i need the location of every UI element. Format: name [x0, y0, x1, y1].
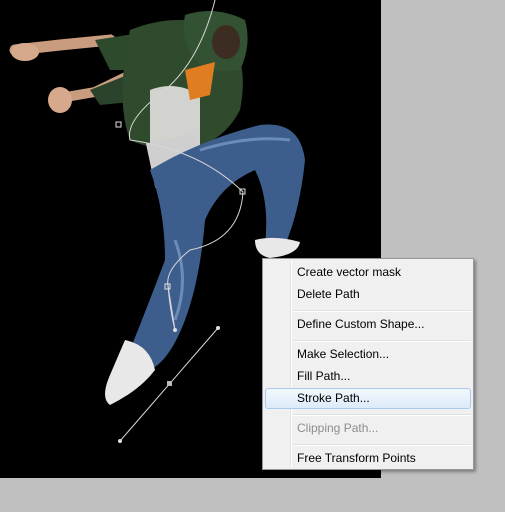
path-anchor-point[interactable]	[167, 381, 172, 386]
menu-item-create-vector-mask[interactable]: Create vector mask	[265, 262, 471, 283]
menu-separator	[293, 340, 471, 342]
path-handle[interactable]	[173, 328, 177, 332]
menu-separator	[293, 414, 471, 416]
path-context-menu: Create vector mask Delete Path Define Cu…	[262, 258, 474, 470]
menu-separator	[293, 310, 471, 312]
menu-item-make-selection[interactable]: Make Selection...	[265, 344, 471, 365]
path-handle[interactable]	[216, 326, 220, 330]
path-handle[interactable]	[118, 439, 122, 443]
menu-item-stroke-path[interactable]: Stroke Path...	[265, 388, 471, 409]
menu-item-delete-path[interactable]: Delete Path	[265, 284, 471, 305]
menu-separator	[293, 444, 471, 446]
path-anchor-point[interactable]	[115, 121, 122, 128]
menu-item-clipping-path: Clipping Path...	[297, 421, 379, 435]
menu-item-free-transform-points[interactable]: Free Transform Points	[265, 448, 471, 469]
menu-item-fill-path[interactable]: Fill Path...	[265, 366, 471, 387]
menu-item-define-custom-shape[interactable]: Define Custom Shape...	[265, 314, 471, 335]
